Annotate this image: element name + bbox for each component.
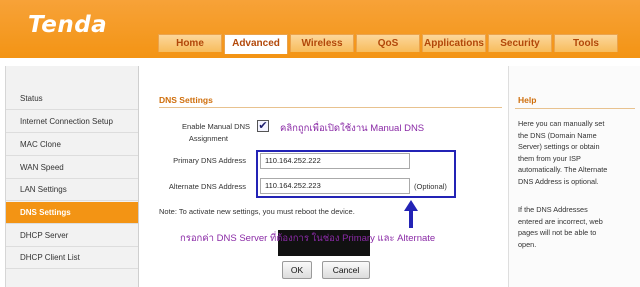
top-banner: Tenda Home Advanced Wireless QoS Applica…	[0, 0, 640, 58]
tab-tools[interactable]: Tools	[554, 34, 618, 52]
sidebar-item-status[interactable]: Status	[6, 88, 138, 110]
reboot-note: Note: To activate new settings, you must…	[159, 207, 355, 216]
sidebar: Status Internet Connection Setup MAC Clo…	[5, 66, 139, 287]
sidebar-item-internet-connection-setup[interactable]: Internet Connection Setup	[6, 111, 138, 133]
tab-applications[interactable]: Applications	[422, 34, 486, 52]
title-divider	[159, 107, 502, 108]
manual-dns-checkbox[interactable]: ✔	[257, 120, 269, 132]
primary-dns-input[interactable]: 110.164.252.222	[260, 153, 410, 169]
tab-security[interactable]: Security	[488, 34, 552, 52]
sidebar-item-lan-settings[interactable]: LAN Settings	[6, 179, 138, 201]
primary-dns-label: Primary DNS Address	[173, 156, 246, 165]
main-nav-tabs: Home Advanced Wireless QoS Applications …	[158, 34, 620, 54]
help-divider	[515, 108, 635, 109]
alternate-dns-label: Alternate DNS Address	[168, 182, 246, 191]
tab-qos[interactable]: QoS	[356, 34, 420, 52]
help-paragraph-2: If the DNS Addresses entered are incorre…	[518, 205, 603, 249]
sidebar-item-dhcp-client-list[interactable]: DHCP Client List	[6, 247, 138, 269]
help-paragraph-1: Here you can manually set the DNS (Domai…	[518, 119, 608, 186]
ok-button[interactable]: OK	[282, 261, 312, 279]
manual-dns-label-line2: Assignment	[188, 134, 228, 143]
tab-home[interactable]: Home	[158, 34, 222, 52]
help-title: Help	[518, 95, 537, 105]
tab-wireless[interactable]: Wireless	[290, 34, 354, 52]
page-title: DNS Settings	[159, 95, 213, 105]
alternate-dns-input[interactable]: 110.164.252.223	[260, 178, 410, 194]
manual-dns-label-line1: Enable Manual DNS	[182, 122, 250, 131]
up-arrow-icon	[404, 200, 418, 228]
checkbox-annotation: คลิกถูกเพื่อเปิดใช้งาน Manual DNS	[280, 123, 425, 134]
optional-hint: (Optional)	[414, 182, 447, 191]
cancel-button[interactable]: Cancel	[322, 261, 370, 279]
sidebar-item-dhcp-server[interactable]: DHCP Server	[6, 225, 138, 247]
tenda-logo: Tenda	[28, 12, 108, 38]
sidebar-item-wan-speed[interactable]: WAN Speed	[6, 157, 138, 179]
sidebar-item-mac-clone[interactable]: MAC Clone	[6, 134, 138, 156]
tab-advanced[interactable]: Advanced	[224, 34, 288, 54]
sidebar-item-dns-settings[interactable]: DNS Settings	[6, 202, 138, 224]
fields-annotation: กรอกค่า DNS Server ที่ต้องการ ในช่อง Pri…	[180, 233, 436, 244]
